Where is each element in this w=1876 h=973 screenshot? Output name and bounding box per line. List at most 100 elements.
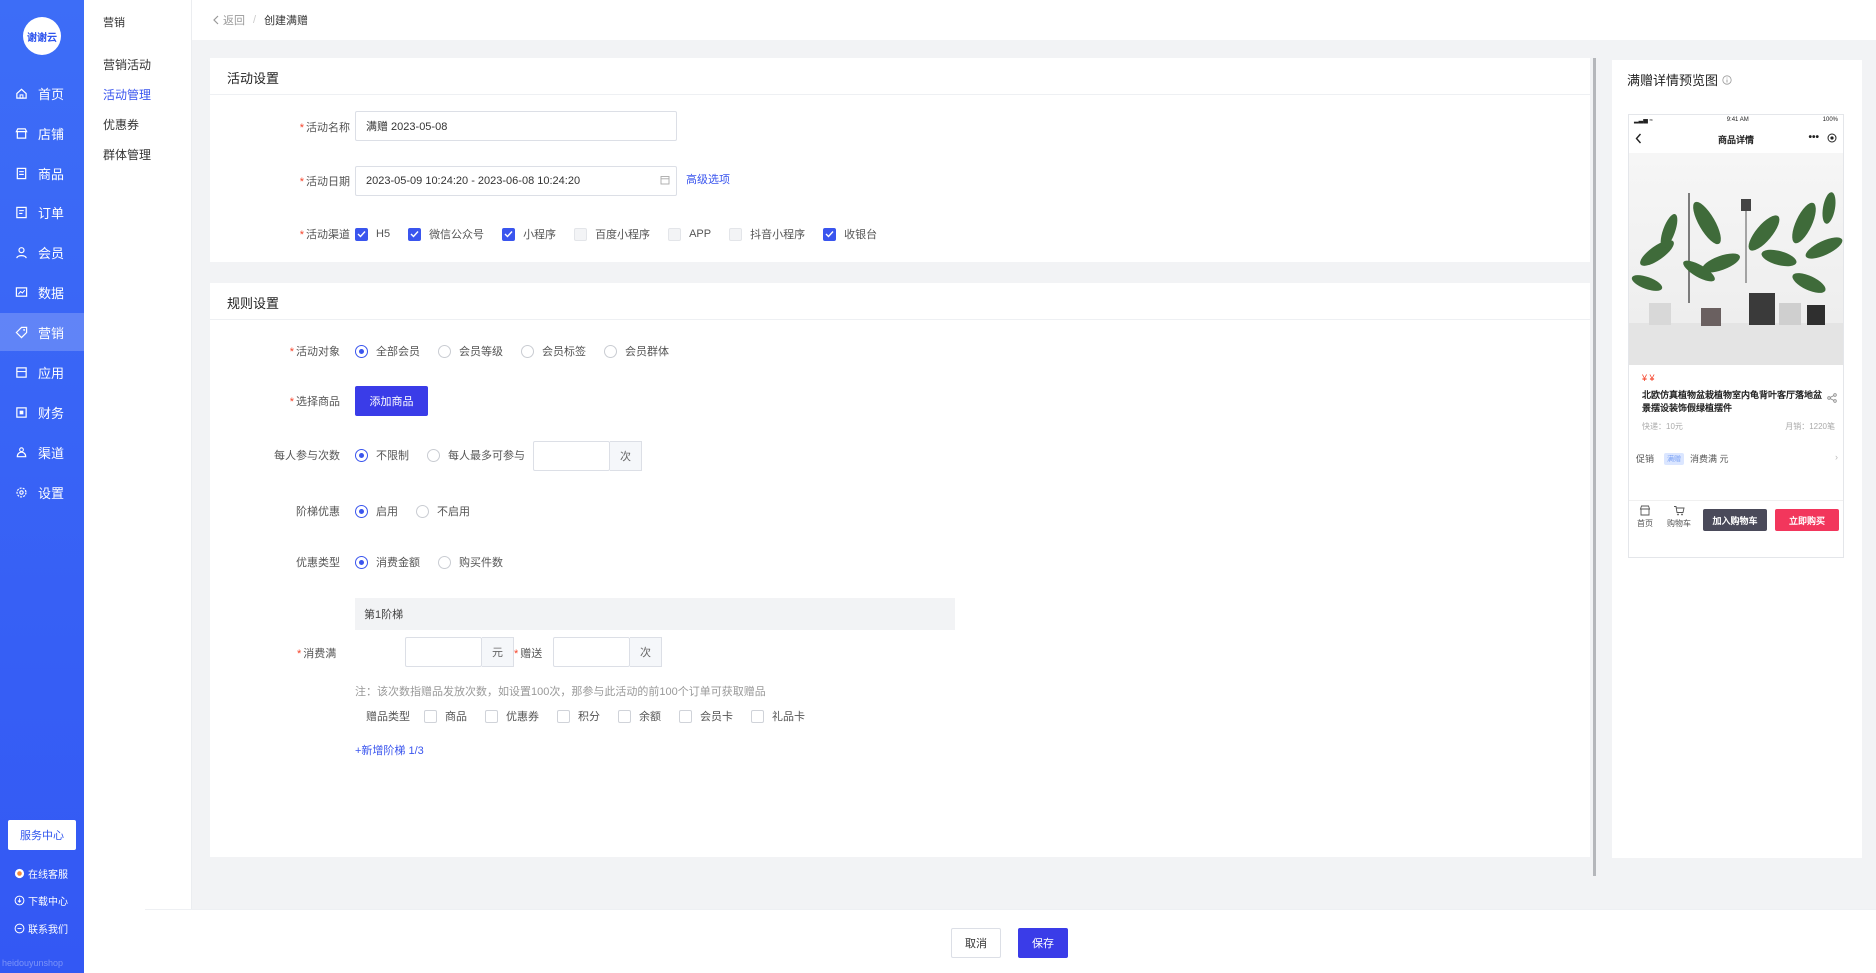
vertical-scrollbar[interactable] (1593, 58, 1596, 876)
chart-icon (14, 285, 28, 299)
phone-mockup: ▂▃▅ ≈ 9:41 AM 100% 商品详情 ••• ¥ ¥ 北欧仿真植物盆栽… (1628, 114, 1844, 558)
cancel-button[interactable]: 取消 (951, 928, 1001, 958)
radio-label: 会员群体 (625, 346, 669, 358)
nav-item-home[interactable]: 首页 (0, 74, 84, 112)
activity-date-label: * 活动日期 (250, 173, 350, 189)
phone-home-tab[interactable]: 首页 (1632, 505, 1658, 529)
nav-item-data[interactable]: 数据 (0, 273, 84, 311)
nav-item-settings[interactable]: 设置 (0, 473, 84, 511)
target-label: * 活动对象 (240, 343, 340, 359)
gift-count-input[interactable] (553, 637, 630, 667)
add-tier-link[interactable]: +新增阶梯 1/3 (355, 742, 424, 758)
required-mark: * (289, 346, 294, 358)
goods-icon (14, 166, 28, 180)
activity-date-label-text: 活动日期 (306, 176, 350, 188)
add-to-cart-button[interactable]: 加入购物车 (1703, 509, 1767, 531)
online-service-link[interactable]: 在线客服 (14, 866, 68, 881)
times-unlimited-radio[interactable]: 不限制 (355, 447, 409, 463)
type-quantity-radio[interactable]: 购买件数 (438, 554, 503, 570)
checkbox-label: 商品 (445, 711, 467, 723)
contact-us-link[interactable]: 联系我们 (14, 921, 68, 936)
nav-item-member[interactable]: 会员 (0, 233, 84, 271)
channel-miniprogram-checkbox[interactable]: 小程序 (502, 226, 556, 242)
channel-pos-checkbox[interactable]: 收银台 (823, 226, 877, 242)
spend-amount-input[interactable] (405, 637, 482, 667)
nav-item-channel[interactable]: 渠道 (0, 433, 84, 471)
activity-name-input[interactable]: 满赠 2023-05-08 (355, 111, 677, 141)
gift-type-points-checkbox[interactable]: 积分 (557, 708, 600, 724)
nav-label-data: 数据 (38, 285, 65, 301)
channel-wechat-checkbox[interactable]: 微信公众号 (408, 226, 484, 242)
product-monthly-sales: 月销：1220笔 (1785, 422, 1835, 431)
sub-nav-item-coupons[interactable]: 优惠券 (103, 116, 139, 133)
brand-logo[interactable]: 谢谢云 (23, 17, 61, 55)
product-image (1629, 153, 1843, 365)
radio-label: 每人最多可参与 (448, 450, 525, 462)
checkbox-checked (502, 227, 516, 241)
nav-item-finance[interactable]: 财务 (0, 393, 84, 431)
share-icon[interactable] (1827, 393, 1837, 403)
target-group-radio[interactable]: 会员群体 (604, 343, 669, 359)
gift-label-text: 赠送 (520, 648, 543, 660)
buy-now-button[interactable]: 立即购买 (1775, 509, 1839, 531)
type-amount-radio[interactable]: 消费金额 (355, 554, 420, 570)
nav-item-order[interactable]: 订单 (0, 193, 84, 231)
gift-type-membercard-checkbox[interactable]: 会员卡 (679, 708, 733, 724)
times-limit-input[interactable] (533, 441, 610, 471)
channel-label: APP (689, 228, 712, 240)
channel-h5-checkbox[interactable]: H5 (355, 227, 390, 241)
target-icon (1827, 133, 1837, 143)
service-center-button[interactable]: 服务中心 (8, 820, 76, 850)
download-center-link[interactable]: 下载中心 (14, 893, 68, 908)
sub-nav: 营销 营销活动 活动管理 优惠券 群体管理 (84, 0, 192, 973)
promo-row[interactable]: 促销 满赠 消费满 元 › (1636, 452, 1838, 465)
ladder-enable-radio[interactable]: 启用 (355, 503, 398, 519)
sub-nav-item-groups[interactable]: 群体管理 (103, 146, 151, 163)
channel-label: 收银台 (844, 229, 878, 241)
help-icon[interactable] (1722, 74, 1732, 85)
target-tag-radio[interactable]: 会员标签 (521, 343, 586, 359)
back-link[interactable]: 返回 (212, 12, 245, 28)
phone-cart-label: 购物车 (1667, 519, 1691, 528)
online-service-label: 在线客服 (28, 870, 68, 881)
target-level-radio[interactable]: 会员等级 (438, 343, 503, 359)
download-icon (14, 895, 25, 906)
radio-selected (355, 344, 368, 358)
channel-baidu-checkbox[interactable]: 百度小程序 (574, 226, 650, 242)
checkbox-label: 余额 (639, 711, 661, 723)
nav-item-goods[interactable]: 商品 (0, 154, 84, 192)
nav-item-app[interactable]: 应用 (0, 353, 84, 391)
home-icon (14, 86, 28, 100)
ladder-disable-radio[interactable]: 不启用 (416, 503, 470, 519)
gift-type-giftcard-checkbox[interactable]: 礼品卡 (751, 708, 805, 724)
radio-selected (355, 448, 368, 462)
channel-douyin-checkbox[interactable]: 抖音小程序 (729, 226, 805, 242)
add-goods-button[interactable]: 添加商品 (355, 386, 428, 416)
cart-icon (1666, 505, 1692, 518)
phone-nav-bar: 商品详情 ••• (1629, 129, 1843, 149)
sub-nav-title: 营销 (103, 17, 125, 29)
advanced-options-link[interactable]: 高级选项 (686, 171, 730, 187)
sub-nav-item-campaigns[interactable]: 营销活动 (103, 56, 151, 73)
target-all-radio[interactable]: 全部会员 (355, 343, 420, 359)
channel-app-checkbox[interactable]: APP (668, 227, 712, 241)
app-icon (14, 365, 28, 379)
nav-item-marketing[interactable]: 营销 (0, 313, 84, 351)
promo-text: 消费满 元 (1690, 454, 1729, 464)
nav-item-store[interactable]: 店铺 (0, 114, 84, 152)
phone-cart-tab[interactable]: 购物车 (1666, 505, 1692, 529)
required-mark: * (514, 648, 519, 660)
gift-type-goods-checkbox[interactable]: 商品 (424, 708, 467, 724)
times-limit-radio[interactable]: 每人最多可参与 (427, 447, 525, 463)
checkbox-unchecked (424, 709, 437, 723)
gift-type-balance-checkbox[interactable]: 余额 (618, 708, 661, 724)
save-button[interactable]: 保存 (1018, 928, 1068, 958)
online-service-icon (14, 868, 25, 879)
tier-header: 第1阶梯 (355, 598, 955, 630)
gift-type-coupon-checkbox[interactable]: 优惠券 (485, 708, 539, 724)
activity-date-input[interactable]: 2023-05-09 10:24:20 - 2023-06-08 10:24:2… (355, 166, 677, 196)
sub-nav-item-activity-management[interactable]: 活动管理 (103, 86, 151, 103)
tag-icon (14, 325, 28, 339)
chevron-right-icon: › (1835, 452, 1838, 462)
radio-unselected (438, 555, 451, 569)
